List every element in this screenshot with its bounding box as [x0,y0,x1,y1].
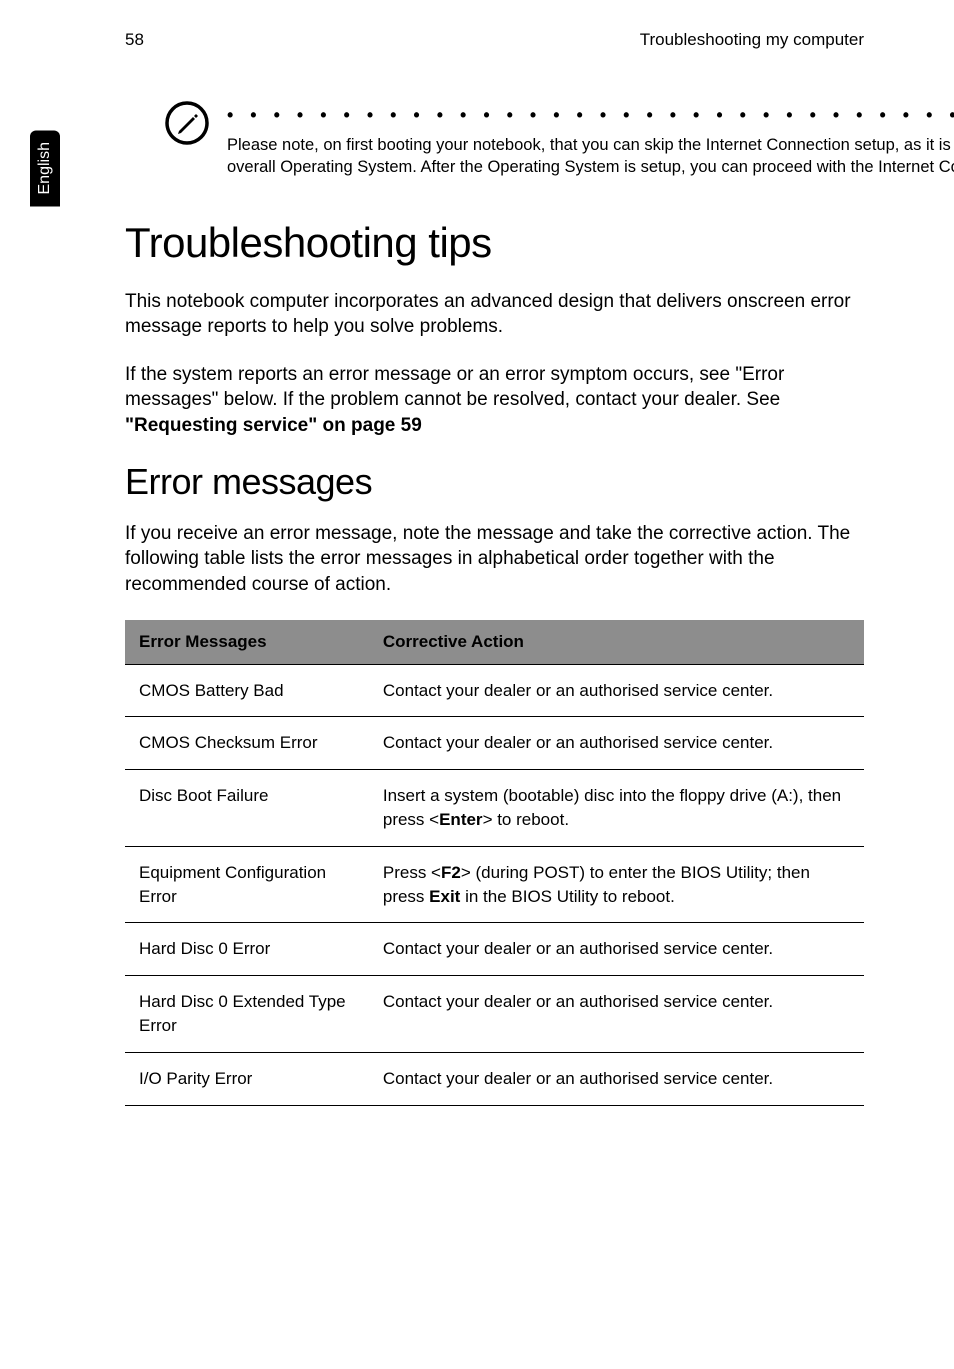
page-content: 58 Troubleshooting my computer • • • • •… [0,0,954,1136]
error-messages-table: Error Messages Corrective Action CMOS Ba… [125,620,864,1106]
cell-error: I/O Parity Error [125,1052,369,1105]
th-error-messages: Error Messages [125,620,369,665]
page-number: 58 [125,30,144,50]
cell-text: in the BIOS Utility to reboot. [460,887,674,906]
cell-error: Equipment Configuration Error [125,846,369,923]
cell-action: Press <F2> (during POST) to enter the BI… [369,846,864,923]
key-enter: Enter [439,810,482,829]
cell-error: Disc Boot Failure [125,770,369,847]
cell-error: Hard Disc 0 Error [125,923,369,976]
table-row: Hard Disc 0 Error Contact your dealer or… [125,923,864,976]
cell-error: CMOS Battery Bad [125,664,369,717]
dots-divider: • • • • • • • • • • • • • • • • • • • • … [227,105,954,126]
table-row: I/O Parity Error Contact your dealer or … [125,1052,864,1105]
heading-error-messages: Error messages [125,461,864,503]
pencil-note-icon [165,101,209,145]
para-intro-2-text: If the system reports an error message o… [125,364,784,411]
table-row: CMOS Checksum Error Contact your dealer … [125,717,864,770]
note-block: • • • • • • • • • • • • • • • • • • • • … [125,105,864,179]
heading-troubleshooting-tips: Troubleshooting tips [125,219,864,267]
para-intro-1: This notebook computer incorporates an a… [125,289,864,340]
cell-action: Contact your dealer or an authorised ser… [369,923,864,976]
cell-text: > to reboot. [483,810,569,829]
note-text: Please note, on first booting your noteb… [227,134,954,179]
side-language-tab: English [30,130,60,206]
key-f2: F2 [441,863,461,882]
para-intro-2: If the system reports an error message o… [125,362,864,439]
cell-action: Insert a system (bootable) disc into the… [369,770,864,847]
cell-action: Contact your dealer or an authorised ser… [369,1052,864,1105]
section-title: Troubleshooting my computer [640,30,864,50]
table-row: Equipment Configuration Error Press <F2>… [125,846,864,923]
page-header: 58 Troubleshooting my computer [125,30,864,50]
table-row: Hard Disc 0 Extended Type Error Contact … [125,976,864,1053]
cell-action: Contact your dealer or an authorised ser… [369,717,864,770]
cell-action: Contact your dealer or an authorised ser… [369,976,864,1053]
th-corrective-action: Corrective Action [369,620,864,665]
table-header-row: Error Messages Corrective Action [125,620,864,665]
cell-error: Hard Disc 0 Extended Type Error [125,976,369,1053]
note-content: • • • • • • • • • • • • • • • • • • • • … [227,105,954,179]
cell-action: Contact your dealer or an authorised ser… [369,664,864,717]
table-row: Disc Boot Failure Insert a system (boota… [125,770,864,847]
key-exit: Exit [429,887,460,906]
link-requesting-service: "Requesting service" on page 59 [125,415,422,436]
table-row: CMOS Battery Bad Contact your dealer or … [125,664,864,717]
cell-error: CMOS Checksum Error [125,717,369,770]
para-error-intro: If you receive an error message, note th… [125,521,864,598]
cell-text: Press < [383,863,441,882]
